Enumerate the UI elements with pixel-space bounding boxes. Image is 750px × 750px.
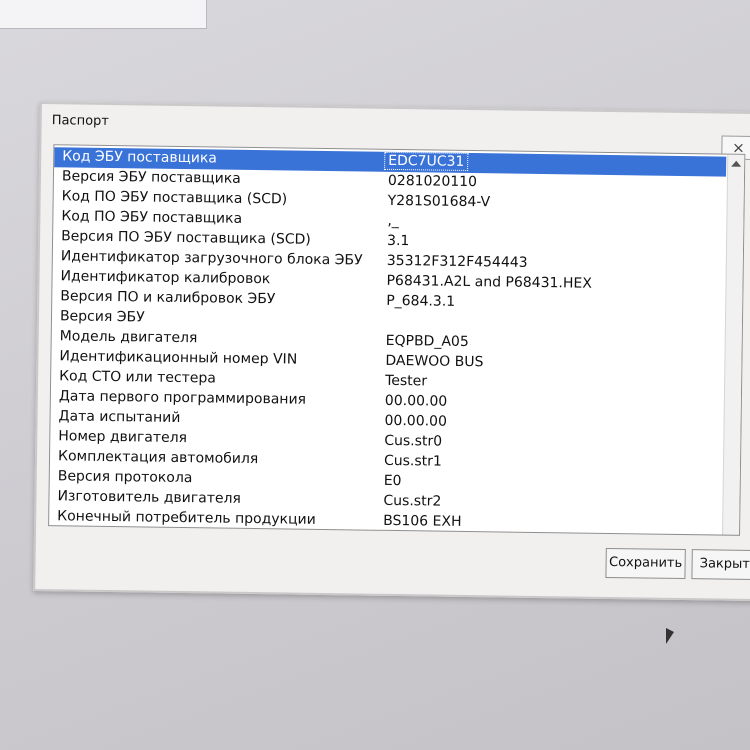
field-label: Версия ЭБУ [59, 308, 145, 326]
field-value: 00.00.00 [384, 392, 448, 410]
field-label: Идентификатор загрузочного блока ЭБУ [60, 248, 363, 269]
background-window [0, 0, 207, 29]
field-value: E0 [383, 472, 402, 490]
field-value: ,_ [387, 212, 399, 230]
field-value: Cus.str1 [383, 452, 442, 470]
field-label: Версия ЭБУ поставщика [61, 168, 241, 187]
field-label: Дата первого программирования [58, 388, 307, 408]
field-label: Версия ПО и калибровок ЭБУ [60, 288, 276, 308]
field-value: DAEWOO BUS [385, 352, 484, 371]
field-value: P68431.A2L and P68431.HEX [386, 272, 592, 292]
field-value: EDC7UC31 [384, 151, 469, 172]
field-label: Код СТО или тестера [59, 368, 217, 387]
field-value: BS106 EXH [383, 512, 462, 530]
save-button[interactable]: Сохранить [605, 547, 686, 580]
field-value: Tester [385, 372, 428, 390]
field-label: Идентификационный номер VIN [59, 348, 298, 368]
field-value: Cus.str2 [383, 492, 442, 510]
field-value: 3.1 [386, 232, 410, 250]
field-label: Код ЭБУ поставщика [62, 148, 218, 167]
mouse-cursor-icon [666, 628, 674, 644]
field-label: Модель двигателя [59, 328, 198, 347]
close-button[interactable]: Закрыть [691, 549, 750, 581]
field-value: Cus.str0 [384, 432, 443, 450]
field-value: 00.00.00 [384, 412, 448, 430]
field-label: Код ПО ЭБУ поставщика (SCD) [61, 188, 288, 208]
field-label: Комплектация автомобиля [57, 448, 259, 468]
field-label: Версия протокола [57, 468, 193, 487]
field-label: Код ПО ЭБУ поставщика [61, 208, 243, 227]
passport-list: Код ЭБУ поставщика EDC7UC31 Версия ЭБУ п… [48, 144, 746, 536]
field-label: Номер двигателя [58, 428, 188, 447]
field-value: Y281S01684-V [387, 192, 491, 211]
passport-dialog: Паспорт × Код ЭБУ поставщика EDC7UC31 Ве… [33, 102, 750, 602]
field-label: Версия ПО ЭБУ поставщика (SCD) [61, 228, 311, 248]
field-value: 35312F312F454443 [386, 252, 528, 271]
field-label: Идентификатор калибровок [60, 268, 271, 288]
field-value: EQPBD_A05 [385, 332, 469, 351]
dialog-title: Паспорт [51, 113, 110, 129]
field-value: 0281020110 [387, 172, 478, 191]
field-value: P_684.3.1 [386, 292, 456, 310]
scroll-up-arrow-icon[interactable] [731, 160, 742, 167]
field-label: Изготовитель двигателя [57, 488, 242, 507]
field-label: Конечный потребитель продукции [57, 508, 316, 528]
field-label: Дата испытаний [58, 408, 181, 426]
